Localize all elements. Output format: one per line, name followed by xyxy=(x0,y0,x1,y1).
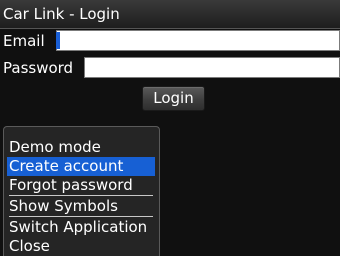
menu-item-switch-application[interactable]: Switch Application xyxy=(7,218,155,237)
menu-item-forgot-password[interactable]: Forgot password xyxy=(7,176,155,195)
menu-separator xyxy=(9,195,153,196)
text-cursor xyxy=(56,32,60,49)
login-screen: Car Link - Login Email Password Login De… xyxy=(0,0,340,256)
menu-item-demo-mode[interactable]: Demo mode xyxy=(7,138,155,157)
menu-item-close[interactable]: Close xyxy=(7,237,155,256)
menu-item-show-symbols[interactable]: Show Symbols xyxy=(7,197,155,216)
password-field[interactable] xyxy=(84,57,340,78)
app-title: Car Link - Login xyxy=(3,5,120,23)
login-button[interactable]: Login xyxy=(142,86,205,111)
menu-separator xyxy=(9,216,153,217)
email-field[interactable] xyxy=(56,30,340,51)
password-label: Password xyxy=(3,59,74,77)
context-menu: Demo mode Create account Forgot password… xyxy=(3,126,160,256)
title-bar: Car Link - Login xyxy=(0,0,340,29)
menu-item-create-account[interactable]: Create account xyxy=(7,157,155,176)
email-label: Email xyxy=(3,32,45,50)
